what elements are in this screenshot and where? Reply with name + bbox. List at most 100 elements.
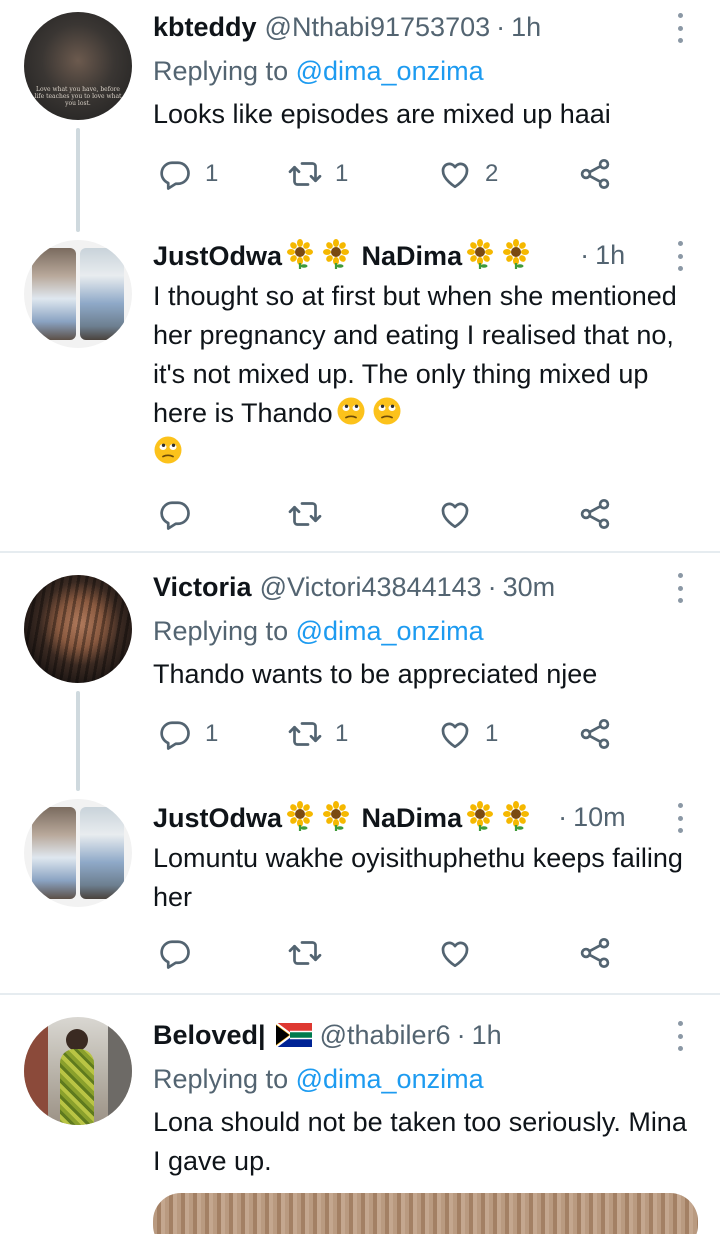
retweet-button[interactable]: 1: [287, 154, 348, 194]
replying-to: Replying to @dima_onzima: [153, 51, 690, 91]
more-vertical-icon[interactable]: [670, 241, 690, 271]
retweet-icon: [287, 935, 323, 971]
reply-count: 1: [205, 160, 219, 187]
replying-to-label: Replying to: [153, 1064, 289, 1094]
more-vertical-icon[interactable]: [670, 13, 690, 43]
share-icon: [577, 496, 613, 532]
avatar[interactable]: [24, 575, 132, 683]
retweet-button[interactable]: 1: [287, 714, 348, 754]
replying-to: Replying to @dima_onzima: [153, 1059, 690, 1099]
share-button[interactable]: [577, 714, 613, 754]
timestamp[interactable]: 1h: [511, 12, 541, 43]
share-icon: [577, 935, 613, 971]
timestamp[interactable]: 1h: [472, 1020, 502, 1051]
rolling-eyes-emoji: [153, 435, 183, 465]
sunflower-emoji: [501, 801, 531, 831]
share-button[interactable]: [577, 933, 613, 973]
reply-tweet[interactable]: JustOdwa NaDima · 10m Lomuntu wakhe oyis…: [0, 791, 720, 993]
heart-icon: [437, 716, 473, 752]
retweet-button[interactable]: [287, 494, 323, 534]
separator: ·: [496, 11, 506, 42]
sunflower-emoji: [285, 239, 315, 269]
thread-line: [76, 691, 80, 791]
retweet-count: 1: [335, 720, 349, 747]
reply-icon: [157, 716, 193, 752]
sunflower-emoji: [465, 801, 495, 831]
tweet-text-body: I thought so at first but when she menti…: [153, 281, 677, 428]
more-vertical-icon[interactable]: [670, 803, 690, 833]
rolling-eyes-emoji: [372, 396, 402, 426]
reply-icon: [157, 156, 193, 192]
user-handle[interactable]: @thabiler6: [320, 1020, 451, 1051]
sunflower-emoji: [321, 239, 351, 269]
like-count: 2: [485, 160, 499, 187]
separator: ·: [487, 571, 497, 602]
action-bar: [153, 494, 623, 534]
replying-to-label: Replying to: [153, 56, 289, 86]
like-button[interactable]: [437, 933, 473, 973]
like-button[interactable]: 2: [437, 154, 498, 194]
display-name-part: NaDima: [361, 802, 463, 833]
tweet-header: Victoria @Victori43844143 · 30m: [153, 567, 690, 607]
reply-button[interactable]: [157, 933, 193, 973]
reply-button[interactable]: 1: [157, 714, 218, 754]
share-button[interactable]: [577, 494, 613, 534]
avatar[interactable]: Love what you have, before life teaches …: [24, 12, 132, 120]
avatar[interactable]: [24, 240, 132, 348]
tweet-text: Lomuntu wakhe oyisithuphethu keeps faili…: [153, 843, 683, 912]
thread-line: [76, 128, 80, 232]
display-name[interactable]: Victoria: [153, 572, 252, 603]
action-bar: 1 1 1: [153, 714, 623, 754]
display-name[interactable]: JustOdwa NaDima: [153, 239, 534, 272]
like-button[interactable]: 1: [437, 714, 498, 754]
retweet-icon: [287, 496, 323, 532]
tweet-text: Thando wants to be appreciated njee: [153, 659, 598, 689]
sunflower-emoji: [321, 801, 351, 831]
separator: ·: [580, 239, 590, 270]
display-name-part: JustOdwa: [153, 802, 283, 833]
tweet-header: JustOdwa NaDima · 10m: [153, 797, 690, 837]
reply-tweet[interactable]: Victoria @Victori43844143 · 30m Replying…: [0, 553, 720, 791]
attached-image[interactable]: [153, 1193, 698, 1234]
more-vertical-icon[interactable]: [670, 573, 690, 603]
display-name[interactable]: kbteddy: [153, 12, 257, 43]
reply-count: 1: [205, 720, 219, 747]
sunflower-emoji: [501, 239, 531, 269]
avatar-quote: Love what you have, before life teaches …: [34, 86, 122, 107]
reply-tweet[interactable]: JustOdwa NaDima · 1h I thought so at fir…: [0, 232, 720, 552]
mention-link[interactable]: @dima_onzima: [296, 616, 484, 646]
avatar[interactable]: [24, 799, 132, 907]
like-button[interactable]: [437, 494, 473, 534]
timestamp[interactable]: 10m: [573, 802, 626, 833]
timestamp[interactable]: 1h: [595, 240, 625, 271]
user-handle[interactable]: @Nthabi91753703: [265, 12, 491, 43]
action-bar: 1 1 2: [153, 154, 623, 194]
reply-button[interactable]: 1: [157, 154, 218, 194]
sunflower-emoji: [285, 801, 315, 831]
separator: ·: [558, 801, 568, 832]
tweet-text: I thought so at first but when she menti…: [153, 277, 690, 472]
user-handle[interactable]: @Victori43844143: [260, 572, 482, 603]
more-vertical-icon[interactable]: [670, 1021, 690, 1051]
heart-icon: [437, 935, 473, 971]
sunflower-emoji: [465, 239, 495, 269]
share-button[interactable]: [577, 154, 613, 194]
avatar[interactable]: [24, 1017, 132, 1125]
reply-tweet[interactable]: Love what you have, before life teaches …: [0, 0, 720, 232]
tweet-text: Looks like episodes are mixed up haai: [153, 99, 611, 129]
display-name-part: JustOdwa: [153, 240, 283, 271]
reply-button[interactable]: [157, 494, 193, 534]
rolling-eyes-emoji: [336, 396, 366, 426]
display-name[interactable]: Beloved|: [153, 1020, 266, 1051]
retweet-icon: [287, 716, 323, 752]
replying-to: Replying to @dima_onzima: [153, 611, 690, 651]
retweet-button[interactable]: [287, 933, 323, 973]
mention-link[interactable]: @dima_onzima: [296, 56, 484, 86]
separator: ·: [456, 1019, 466, 1050]
tweet-header: kbteddy @Nthabi91753703 · 1h: [153, 7, 690, 47]
tweet-text: Lona should not be taken too seriously. …: [153, 1107, 687, 1176]
replying-to-label: Replying to: [153, 616, 289, 646]
mention-link[interactable]: @dima_onzima: [296, 1064, 484, 1094]
display-name[interactable]: JustOdwa NaDima: [153, 801, 534, 834]
timestamp[interactable]: 30m: [503, 572, 556, 603]
